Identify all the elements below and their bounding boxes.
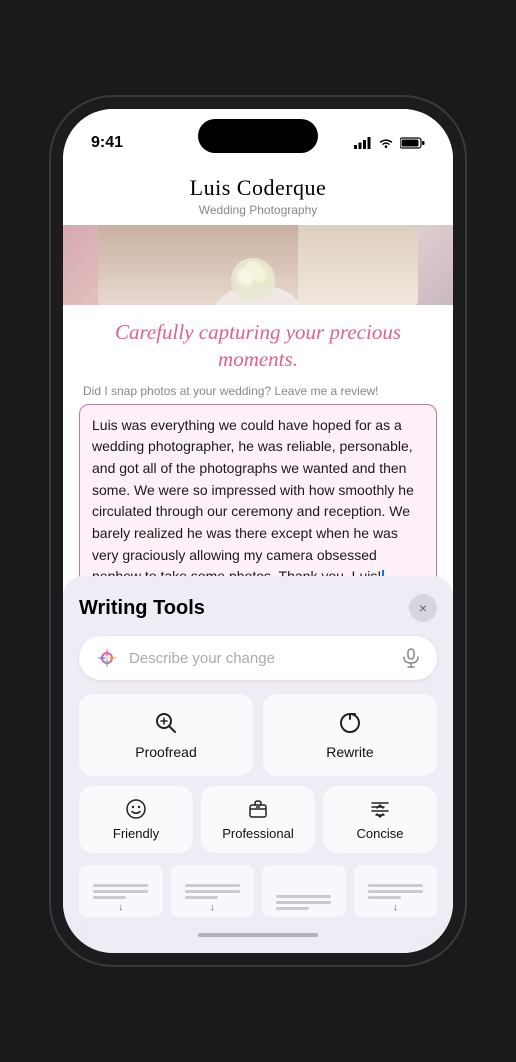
battery-icon (400, 137, 425, 149)
tone-tools-row: Friendly Professional (79, 786, 437, 853)
signal-icon (354, 137, 372, 149)
wifi-icon (378, 137, 394, 149)
thumbnail-4[interactable]: ↓ (354, 865, 438, 917)
rewrite-icon (337, 710, 363, 736)
professional-label: Professional (222, 826, 294, 841)
dynamic-island (198, 119, 318, 153)
home-indicator (198, 933, 318, 937)
status-icons (354, 137, 425, 149)
hero-image (63, 225, 453, 305)
review-label: Did I snap photos at your wedding? Leave… (63, 384, 453, 404)
describe-input-container[interactable]: Describe your change (79, 636, 437, 680)
thumbnail-1[interactable]: ↓ (79, 865, 163, 917)
review-text: Luis was everything we could have hoped … (92, 417, 414, 585)
status-bar: 9:41 (63, 109, 453, 163)
close-icon: × (419, 600, 427, 616)
thumb-lines-1 (87, 878, 154, 902)
status-time: 9:41 (91, 134, 123, 152)
close-button[interactable]: × (409, 594, 437, 622)
professional-icon (247, 798, 269, 820)
describe-placeholder: Describe your change (129, 650, 391, 667)
tagline-text: Carefully capturing your precious moment… (63, 305, 453, 384)
microphone-icon[interactable] (401, 648, 421, 668)
thumb-lines-4 (362, 878, 429, 902)
thumb-lines-2 (179, 878, 246, 902)
professional-button[interactable]: Professional (201, 786, 315, 853)
page-title: Luis Coderque (83, 175, 433, 201)
proofread-icon (153, 710, 179, 736)
thumbnails-row: ↓ ↓ (79, 865, 437, 925)
concise-icon (369, 798, 391, 820)
panel-header: Writing Tools × (79, 594, 437, 622)
hero-photo (98, 225, 418, 305)
thumbnail-3[interactable] (262, 865, 346, 917)
rewrite-label: Rewrite (326, 744, 373, 760)
review-textarea[interactable]: Luis was everything we could have hoped … (79, 404, 437, 600)
friendly-label: Friendly (113, 826, 159, 841)
concise-label: Concise (357, 826, 404, 841)
thumb-arrow-4: ↓ (393, 902, 398, 913)
writing-tools-title: Writing Tools (79, 597, 205, 620)
proofread-label: Proofread (135, 744, 196, 760)
friendly-button[interactable]: Friendly (79, 786, 193, 853)
friendly-icon (125, 798, 147, 820)
sparkle-icon (95, 646, 119, 670)
hero-image-inner (98, 225, 418, 305)
page-subtitle: Wedding Photography (83, 203, 433, 217)
thumb-arrow-1: ↓ (118, 902, 123, 913)
thumbnail-2[interactable]: ↓ (171, 865, 255, 917)
rewrite-button[interactable]: Rewrite (263, 694, 437, 776)
main-tools-row: Proofread Rewrite (79, 694, 437, 776)
thumb-lines-3 (270, 889, 337, 913)
concise-button[interactable]: Concise (323, 786, 437, 853)
header-section: Luis Coderque Wedding Photography (63, 163, 453, 225)
proofread-button[interactable]: Proofread (79, 694, 253, 776)
thumb-arrow-2: ↓ (210, 902, 215, 913)
writing-tools-panel: Writing Tools × Describe your change (63, 576, 453, 953)
